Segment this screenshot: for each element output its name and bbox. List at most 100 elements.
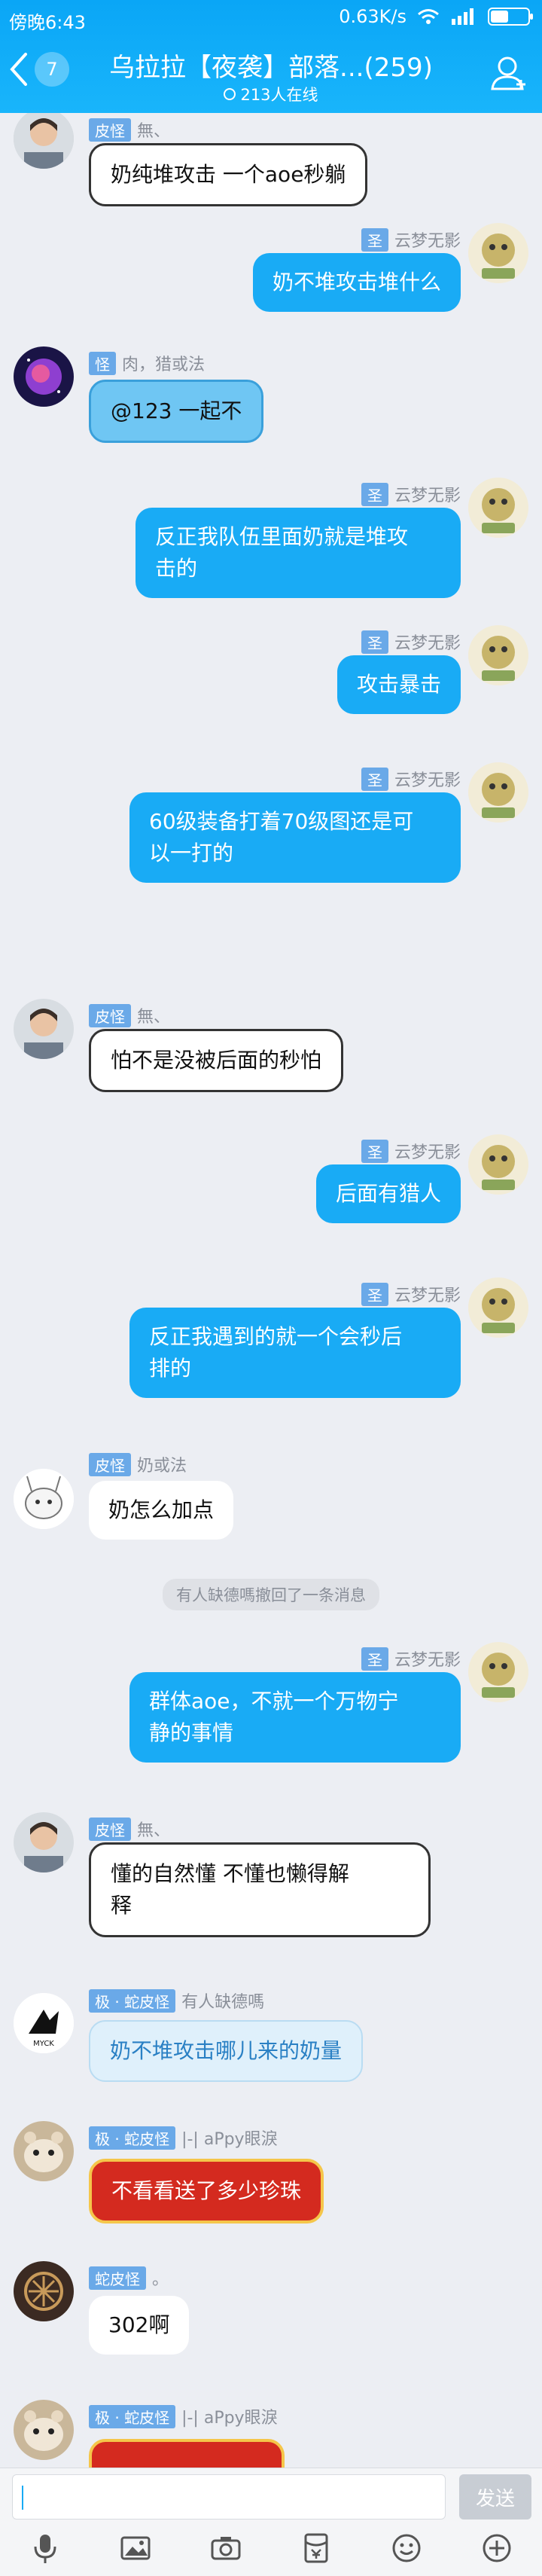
avatar[interactable] [14,2261,74,2321]
message-bubble[interactable] [89,2439,285,2468]
group-members-icon[interactable] [489,54,528,93]
avatar[interactable] [14,999,74,1059]
message-line: 懂的自然懂 不懂也懒得解 [111,1861,349,1886]
avatar[interactable] [468,478,528,538]
plus-icon [483,2534,511,2562]
avatar[interactable] [14,346,74,407]
message-item: MYCK 极 · 蛇皮怪 有人缺德嗎 奶不堆攻击哪儿来的奶量 [0,1984,542,2089]
message-line: 以一打的 [149,841,234,865]
avatar[interactable] [468,625,528,685]
top-bar: 傍晚6:43 0.63K/s 7 乌拉拉【夜袭】部落...(259) 213人在… [0,0,542,113]
message-item: 皮怪 無、 奶纯堆攻击 一个aoe秒躺 [0,113,542,211]
message-bubble[interactable]: 攻击暴击 [336,655,461,714]
red-packet-button[interactable] [297,2529,336,2568]
composer: 发送 [0,2468,542,2520]
sender-name: 云梦无影 [394,1286,461,1305]
mic-icon [34,2535,56,2563]
message-item: 圣云梦无影 反正我遇到的就一个会秒后 排的 [0,1277,542,1413]
avatar[interactable] [468,762,528,823]
message-item: 极 · 蛇皮怪 |-| aPpy眼淚 [0,2400,542,2468]
send-button[interactable]: 发送 [459,2474,531,2520]
message-bubble[interactable]: 后面有猎人 [315,1164,461,1223]
online-count: 213人在线 [0,83,542,105]
unread-badge: 7 [35,52,69,87]
avatar[interactable] [468,1134,528,1195]
level-tag: 圣 [361,630,388,654]
avatar[interactable] [14,2400,74,2460]
status-time: 傍晚6:43 [9,12,86,33]
message-bubble[interactable]: 奶不堆攻击哪儿来的奶量 [89,2020,364,2082]
message-item: 皮怪 無、 懂的自然懂 不懂也懒得解释 [0,1812,542,1948]
level-tag: 极 · 蛇皮怪 [89,2404,176,2428]
avatar[interactable] [14,113,74,169]
level-tag: 蛇皮怪 [89,2266,146,2290]
avatar[interactable] [14,1812,74,1872]
avatar[interactable] [468,1277,528,1338]
more-button[interactable] [477,2529,516,2568]
online-count-text: 213人在线 [240,86,318,104]
avatar[interactable] [14,1469,74,1529]
avatar[interactable] [468,1642,528,1702]
avatar[interactable] [14,2121,74,2181]
message-bubble[interactable]: 奶不堆攻击堆什么 [252,253,461,312]
avatar[interactable]: MYCK [14,1993,74,2053]
svg-text:MYCK: MYCK [33,2040,54,2048]
camera-button[interactable] [206,2529,245,2568]
red-packet-icon [304,2533,328,2563]
message-item: 皮怪 無、 怕不是没被后面的秒怕 [0,999,542,1097]
message-bubble[interactable]: 60级装备打着70级图还是可 以一打的 [129,792,461,883]
level-tag: 圣 [361,1282,388,1306]
back-button[interactable]: 7 [8,51,69,87]
chat-header: 7 乌拉拉【夜袭】部落...(259) 213人在线 [0,38,542,113]
message-input[interactable] [12,2474,446,2520]
emoji-button[interactable] [387,2529,426,2568]
camera-icon [211,2537,241,2560]
message-line: 击的 [155,556,198,581]
level-tag: 圣 [361,767,388,791]
level-tag: 皮怪 [89,1003,131,1027]
sender-name: 肉，猎或法 [122,356,206,374]
sender-name: 有人缺德嗎 [181,1993,265,2012]
emoji-icon [392,2534,421,2562]
message-item: 皮怪 奶或法 奶怎么加点 [0,1448,542,1546]
message-bubble[interactable]: 反正我遇到的就一个会秒后 排的 [129,1308,461,1398]
signal-icon [450,8,477,25]
level-tag: 怪 [89,351,116,375]
message-bubble[interactable]: 奶纯堆攻击 一个aoe秒躺 [89,143,368,206]
avatar[interactable] [468,223,528,283]
text-caret [22,2486,23,2510]
level-tag: 极 · 蛇皮怪 [89,1988,176,2013]
message-bubble[interactable]: 302啊 [89,2296,190,2355]
message-line: 静的事情 [149,1720,234,1745]
message-bubble[interactable]: 反正我队伍里面奶就是堆攻 击的 [136,508,461,598]
group-title[interactable]: 乌拉拉【夜袭】部落...(259) [90,47,452,84]
message-bubble[interactable]: 奶怎么加点 [89,1481,234,1540]
image-button[interactable] [116,2529,155,2568]
level-tag: 皮怪 [89,118,131,142]
level-tag: 圣 [361,1647,388,1671]
message-list[interactable]: 皮怪 無、 奶纯堆攻击 一个aoe秒躺 圣云梦无影 奶不堆攻击堆什么 怪肉，猎或法… [0,113,542,2468]
level-tag: 圣 [361,227,388,252]
sender-name: |-| aPpy眼淚 [181,2409,278,2428]
message-item: 圣云梦无影 反正我队伍里面奶就是堆攻 击的 [0,478,542,613]
message-bubble[interactable]: 不看看送了多少珍珠 [89,2159,324,2223]
message-item: 蛇皮怪。 302啊 [0,2261,542,2367]
image-icon [120,2536,151,2560]
message-line: 排的 [149,1356,192,1381]
network-speed: 0.63K/s [339,6,406,27]
sender-name: 云梦无影 [394,771,461,790]
message-item: 圣云梦无影 群体aoe，不就一个万物宁 静的事情 [0,1642,542,1778]
voice-button[interactable] [26,2529,65,2568]
message-bubble[interactable]: @123 一起不 [89,380,264,443]
input-toolbar [0,2520,542,2576]
message-item: 极 · 蛇皮怪 |-| aPpy眼淚 不看看送了多少珍珠 [0,2121,542,2234]
message-line: 释 [111,1893,132,1918]
message-bubble[interactable]: 群体aoe，不就一个万物宁 静的事情 [129,1672,461,1763]
message-bubble[interactable]: 怕不是没被后面的秒怕 [89,1029,344,1092]
online-icon [224,88,236,100]
message-item: 怪肉，猎或法 @123 一起不 [0,346,542,444]
message-bubble[interactable]: 懂的自然懂 不懂也懒得解释 [89,1842,431,1937]
level-tag: 极 · 蛇皮怪 [89,2126,176,2150]
message-line: 60级装备打着70级图还是可 [149,809,414,834]
sender-name: 云梦无影 [394,1651,461,1670]
